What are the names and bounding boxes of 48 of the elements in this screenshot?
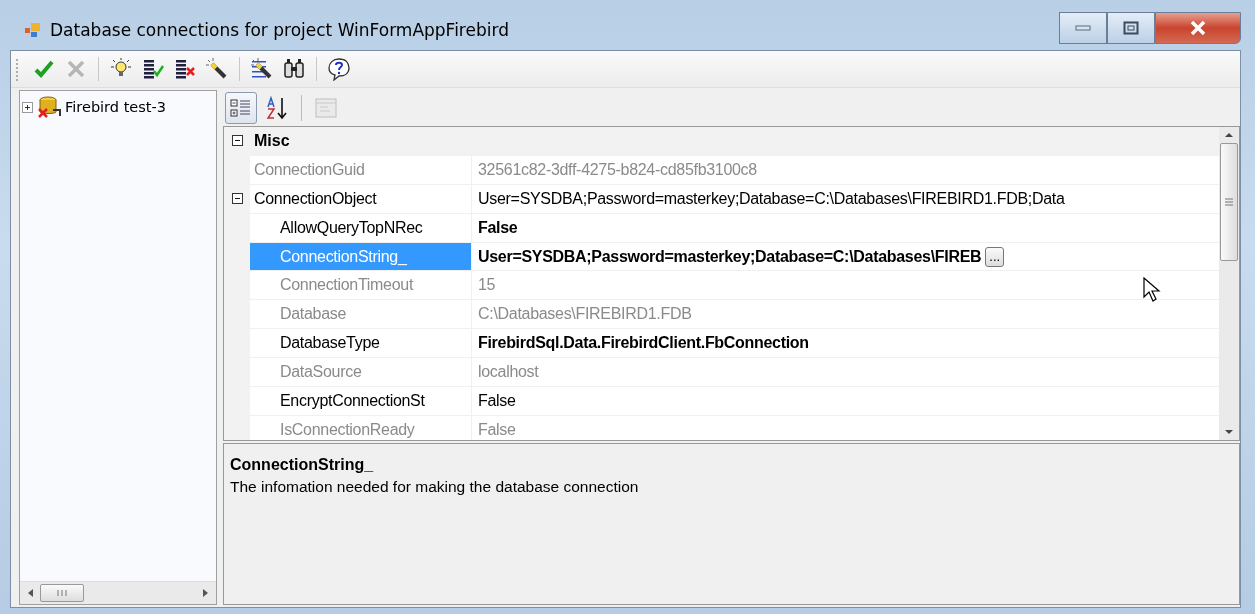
property-name[interactable]: Database [250, 300, 472, 329]
sort-az-icon [265, 96, 289, 120]
maximize-icon [1123, 21, 1139, 35]
browse-button[interactable]: ... [985, 246, 1005, 267]
property-value: 15 [478, 276, 496, 295]
app-icon [24, 21, 42, 39]
maximize-button[interactable] [1107, 12, 1155, 44]
property-name[interactable]: ConnectionGuid [250, 155, 472, 184]
property-name[interactable]: DataSource [250, 358, 472, 386]
window-title: Database connections for project WinFormAppFirebird [50, 20, 509, 40]
close-icon [1188, 20, 1208, 36]
property-name[interactable]: ConnectionObject [250, 184, 472, 213]
property-value: User=SYSDBA;Password=masterkey;Database=C:\Databases\FIREB [478, 247, 982, 266]
scroll-left-icon[interactable] [26, 587, 36, 599]
mouse-pointer-icon [1143, 277, 1161, 303]
minimize-icon [1075, 25, 1091, 31]
grip-icon [56, 589, 68, 597]
property-value: 32561c82-3dff-4275-b824-cd85fb3100c8 [478, 160, 757, 179]
property-value: localhost [478, 363, 539, 382]
property-value: C:\Databases\FIREBIRD1.FDB [478, 305, 692, 324]
scroll-up-icon[interactable] [1224, 131, 1234, 139]
collapse-icon[interactable] [231, 193, 243, 205]
close-button[interactable] [1155, 12, 1241, 44]
property-value: FirebirdSql.Data.FirebirdClient.FbConnection [478, 334, 809, 353]
description-title: ConnectionString_ [230, 456, 375, 474]
collapse-icon[interactable] [231, 135, 243, 147]
tree-item[interactable]: Firebird test-3 [65, 99, 166, 115]
property-pages-icon [314, 97, 338, 119]
property-value: False [478, 391, 516, 410]
property-name[interactable]: EncryptConnectionSt [250, 387, 472, 415]
vertical-scrollbar[interactable] [1219, 127, 1239, 440]
description-text: The infomation needed for making the database connection [230, 478, 640, 496]
database-icon [36, 95, 62, 119]
help-icon[interactable] [326, 56, 352, 82]
categorized-list-icon [229, 97, 253, 119]
property-value: User=SYSDBA;Password=masterkey;Database=C:\Databases\FIREBIRD1.FDB;Data [478, 189, 1065, 208]
property-value: False [478, 420, 516, 439]
category-header[interactable]: Misc [254, 131, 290, 150]
scroll-right-icon[interactable] [200, 587, 210, 599]
expand-icon[interactable] [22, 101, 33, 113]
grip-icon [1224, 197, 1234, 207]
scroll-down-icon[interactable] [1224, 428, 1234, 436]
property-name[interactable]: DatabaseType [250, 329, 472, 358]
property-value: False [478, 218, 518, 237]
minimize-button[interactable] [1059, 12, 1107, 44]
property-name[interactable]: AllowQueryTopNRec [250, 213, 472, 242]
toolbar-grip [15, 57, 19, 81]
horizontal-scrollbar[interactable] [20, 581, 216, 604]
